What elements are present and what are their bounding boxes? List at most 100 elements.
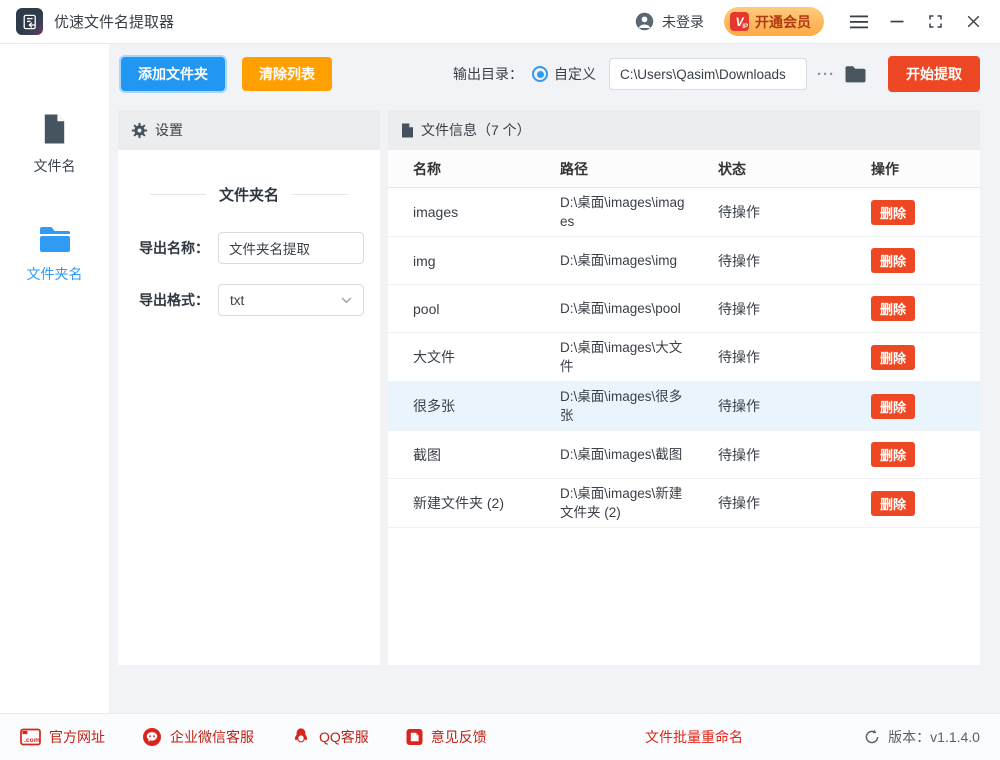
version-label: 版本：v1.1.4.0 <box>888 727 980 747</box>
export-name-input[interactable] <box>218 232 364 264</box>
sidebar-item-filename[interactable]: 文件名 <box>34 112 76 176</box>
row-status: 待操作 <box>718 251 871 271</box>
document-icon <box>401 123 414 138</box>
sidebar-item-label: 文件夹名 <box>27 264 83 284</box>
delete-button[interactable]: 删除 <box>871 200 915 225</box>
row-status: 待操作 <box>718 202 871 222</box>
close-button[interactable] <box>962 11 984 33</box>
output-path-input[interactable] <box>609 58 807 90</box>
feedback-label: 意见反馈 <box>431 727 487 747</box>
menu-button[interactable] <box>848 11 870 33</box>
open-vip-label: 开通会员 <box>755 12 811 32</box>
app-logo-icon <box>16 8 43 35</box>
row-name: img <box>413 253 560 269</box>
feedback-link[interactable]: 意见反馈 <box>406 727 487 747</box>
app-title: 优速文件名提取器 <box>54 11 174 32</box>
row-status: 待操作 <box>718 299 871 319</box>
clear-list-button[interactable]: 清除列表 <box>242 57 332 91</box>
export-format-select[interactable]: txt <box>218 284 364 316</box>
titlebar: 优速文件名提取器 未登录 V IP 开通会员 <box>0 0 1000 44</box>
open-folder-button[interactable] <box>844 65 867 84</box>
sidebar-item-label: 文件名 <box>34 156 76 176</box>
toolbar: 添加文件夹 清除列表 输出目录： 自定义 ··· 开始提取 <box>118 56 980 92</box>
browse-more-button[interactable]: ··· <box>817 66 835 83</box>
file-icon <box>38 112 71 146</box>
login-status[interactable]: 未登录 <box>635 12 704 32</box>
column-header-name: 名称 <box>413 159 560 179</box>
wechat-icon <box>142 727 162 747</box>
settings-header-label: 设置 <box>155 120 183 140</box>
row-status: 待操作 <box>718 396 871 416</box>
login-status-label: 未登录 <box>662 12 704 32</box>
batch-rename-link[interactable]: 文件批量重命名 <box>645 727 743 747</box>
app-window: 优速文件名提取器 未登录 V IP 开通会员 <box>0 0 1000 760</box>
close-icon <box>967 15 980 28</box>
file-info-header: 文件信息（7 个） <box>388 110 980 150</box>
feedback-icon <box>406 728 423 746</box>
table-row: 很多张 D:\桌面\images\很多张 待操作 删除 <box>388 382 980 431</box>
open-vip-button[interactable]: V IP 开通会员 <box>724 7 824 36</box>
row-name: 新建文件夹 (2) <box>413 493 560 513</box>
custom-radio[interactable] <box>532 66 548 82</box>
delete-button[interactable]: 删除 <box>871 296 915 321</box>
column-header-path: 路径 <box>560 159 718 179</box>
row-path: D:\桌面\images\大文件 <box>560 333 718 381</box>
delete-button[interactable]: 删除 <box>871 394 915 419</box>
row-status: 待操作 <box>718 445 871 465</box>
delete-button[interactable]: 删除 <box>871 345 915 370</box>
settings-panel: 设置 文件夹名 导出名称： 导出格式： txt <box>118 110 380 665</box>
hamburger-icon <box>850 15 868 29</box>
column-header-status: 状态 <box>718 159 871 179</box>
maximize-button[interactable] <box>924 11 946 33</box>
row-status: 待操作 <box>718 493 871 513</box>
row-path: D:\桌面\images\新建文件夹 (2) <box>560 479 718 527</box>
qq-support-label: QQ客服 <box>319 727 369 747</box>
delete-button[interactable]: 删除 <box>871 491 915 516</box>
refresh-icon[interactable] <box>864 729 880 745</box>
table-row: 截图 D:\桌面\images\截图 待操作 删除 <box>388 431 980 479</box>
start-extract-button[interactable]: 开始提取 <box>888 56 980 92</box>
official-website-link[interactable]: .com 官方网址 <box>20 727 105 747</box>
row-name: pool <box>413 301 560 317</box>
chevron-down-icon <box>341 297 352 304</box>
row-status: 待操作 <box>718 347 871 367</box>
custom-radio-label: 自定义 <box>554 64 596 84</box>
export-name-label: 导出名称： <box>139 238 209 258</box>
maximize-icon <box>929 15 942 28</box>
table-row: img D:\桌面\images\img 待操作 删除 <box>388 237 980 285</box>
minimize-icon <box>890 15 904 28</box>
table-row: 大文件 D:\桌面\images\大文件 待操作 删除 <box>388 333 980 382</box>
website-icon: .com <box>20 728 41 746</box>
section-divider: 文件夹名 <box>118 184 380 205</box>
row-path: D:\桌面\images\images <box>560 188 718 236</box>
file-info-panel: 文件信息（7 个） 名称 路径 状态 操作 images D:\桌面\image… <box>388 110 980 665</box>
table-body: images D:\桌面\images\images 待操作 删除 img D:… <box>388 188 980 528</box>
table-column-headers: 名称 路径 状态 操作 <box>388 150 980 188</box>
row-path: D:\桌面\images\很多张 <box>560 382 718 430</box>
minimize-button[interactable] <box>886 11 908 33</box>
user-icon <box>635 12 654 31</box>
official-website-label: 官方网址 <box>49 727 105 747</box>
delete-button[interactable]: 删除 <box>871 248 915 273</box>
row-name: 截图 <box>413 445 560 465</box>
gear-icon <box>131 122 148 139</box>
wechat-support-link[interactable]: 企业微信客服 <box>142 727 254 747</box>
sidebar: 文件名 文件夹名 <box>0 44 110 713</box>
svg-text:.com: .com <box>24 737 40 744</box>
wechat-support-label: 企业微信客服 <box>170 727 254 747</box>
folder-open-icon <box>844 65 867 84</box>
file-info-header-label: 文件信息（7 个） <box>421 120 531 140</box>
add-folder-button[interactable]: 添加文件夹 <box>121 57 225 91</box>
table-row: 新建文件夹 (2) D:\桌面\images\新建文件夹 (2) 待操作 删除 <box>388 479 980 528</box>
sidebar-item-foldername[interactable]: 文件夹名 <box>27 224 83 284</box>
row-path: D:\桌面\images\截图 <box>560 440 718 469</box>
qq-support-link[interactable]: QQ客服 <box>291 727 369 747</box>
export-format-value: txt <box>230 293 244 308</box>
table-row: pool D:\桌面\images\pool 待操作 删除 <box>388 285 980 333</box>
output-dir-label: 输出目录： <box>453 64 523 84</box>
delete-button[interactable]: 删除 <box>871 442 915 467</box>
export-format-label: 导出格式： <box>139 290 209 310</box>
folder-icon <box>38 224 72 254</box>
footer: .com 官方网址 企业微信客服 QQ客服 <box>0 713 1000 760</box>
qq-icon <box>291 727 311 747</box>
